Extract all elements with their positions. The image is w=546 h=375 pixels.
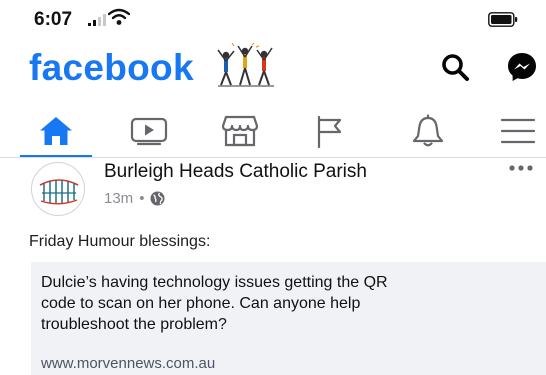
shared-card-text: Dulcie’s having technology issues gettin… <box>41 272 511 335</box>
shared-card-line: troubleshoot the problem? <box>41 316 227 333</box>
tab-home[interactable] <box>26 108 86 154</box>
home-icon <box>40 117 72 145</box>
more-options-icon[interactable] <box>506 160 536 176</box>
battery-icon <box>488 12 518 27</box>
tab-pages[interactable] <box>298 108 358 154</box>
shared-card-link[interactable]: www.morvennews.com.au <box>41 355 215 372</box>
wifi-icon <box>108 8 130 25</box>
app-header: facebook <box>0 42 546 100</box>
status-time: 6:07 <box>34 9 73 30</box>
doodle-people-icon <box>217 42 274 87</box>
bell-icon <box>412 114 444 147</box>
status-bar: 6:07 <box>0 0 546 42</box>
search-icon[interactable] <box>440 52 470 82</box>
post-header: Burleigh Heads Catholic Parish 13m • <box>0 158 546 218</box>
post-text: Friday Humour blessings: <box>29 233 211 250</box>
messenger-icon[interactable] <box>505 50 539 84</box>
shared-link-card[interactable]: Dulcie’s having technology issues gettin… <box>31 262 546 375</box>
page-name[interactable]: Burleigh Heads Catholic Parish <box>104 161 367 183</box>
tab-watch[interactable] <box>119 108 179 154</box>
signal-icon <box>88 14 106 26</box>
globe-icon <box>150 191 165 206</box>
flag-icon <box>317 115 342 148</box>
video-icon <box>130 117 168 146</box>
parish-logo-icon <box>39 179 79 205</box>
meta-separator: • <box>139 190 145 207</box>
tab-menu[interactable] <box>488 108 546 154</box>
hamburger-icon <box>500 118 536 144</box>
store-icon <box>221 115 259 147</box>
post-time[interactable]: 13m <box>104 190 133 207</box>
shared-card-line: Dulcie’s having technology issues gettin… <box>41 274 388 291</box>
avatar[interactable] <box>31 162 85 216</box>
nav-tabs <box>0 108 546 158</box>
shared-card-line: code to scan on her phone. Can anyone he… <box>41 295 361 312</box>
facebook-logo[interactable]: facebook <box>29 47 194 89</box>
post-meta: 13m • <box>104 190 165 207</box>
tab-notifications[interactable] <box>398 108 458 154</box>
tab-marketplace[interactable] <box>210 108 270 154</box>
